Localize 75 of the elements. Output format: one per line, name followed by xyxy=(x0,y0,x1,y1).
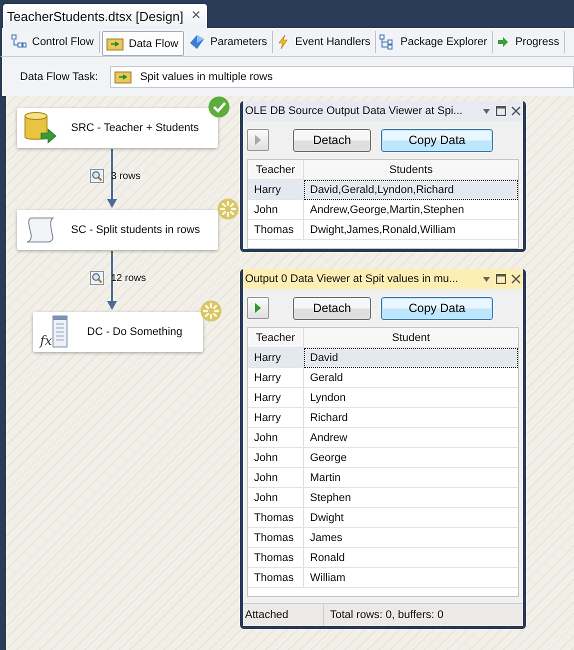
table-cell: Harry xyxy=(248,368,304,388)
close-icon[interactable] xyxy=(511,106,521,116)
table-cell: Harry xyxy=(248,408,304,428)
close-icon[interactable] xyxy=(511,274,521,284)
column-header[interactable]: Teacher xyxy=(248,160,304,180)
table-cell: Harry xyxy=(248,180,304,200)
component-node[interactable]: SRC - Teacher + Students xyxy=(17,108,218,148)
dropdown-icon[interactable] xyxy=(482,274,491,284)
play-icon xyxy=(254,134,262,146)
table-cell: Stephen xyxy=(304,488,518,508)
task-dropdown[interactable]: Spit values in multiple rows xyxy=(110,66,574,88)
table-cell: Thomas xyxy=(248,508,304,528)
table-cell: John xyxy=(248,468,304,488)
column-header[interactable]: Students xyxy=(304,160,518,180)
component-node[interactable]: fx DC - Do Something xyxy=(33,312,203,352)
table-cell: John xyxy=(248,448,304,468)
designer-tab[interactable]: Package Explorer xyxy=(376,31,494,53)
magnifier-icon[interactable] xyxy=(90,169,104,183)
table-cell: Harry xyxy=(248,348,304,368)
table-cell: John xyxy=(248,488,304,508)
table-cell: Martin xyxy=(304,468,518,488)
detach-button[interactable]: Detach xyxy=(293,296,371,320)
arrow-icon xyxy=(496,35,510,49)
magnifier-icon[interactable] xyxy=(90,271,104,285)
table-cell: Thomas xyxy=(248,548,304,568)
task-label: Data Flow Task: xyxy=(20,70,98,82)
cube-icon xyxy=(189,34,206,50)
path-arrow[interactable] xyxy=(106,149,118,208)
table-cell: Thomas xyxy=(248,568,304,588)
table-cell: Gerald xyxy=(304,368,518,388)
viewer-title: OLE DB Source Output Data Viewer at Spi... xyxy=(245,105,464,117)
play-button[interactable] xyxy=(247,129,269,151)
maximize-icon[interactable] xyxy=(496,106,506,116)
play-button[interactable] xyxy=(247,297,269,319)
table-cell: Richard xyxy=(304,408,518,428)
table-cell: Dwight,James,Ronald,William xyxy=(304,220,518,240)
column-header[interactable]: Student xyxy=(304,328,518,348)
dropdown-icon[interactable] xyxy=(482,106,491,116)
table-cell: David xyxy=(304,348,518,368)
table-cell: Andrew,George,Martin,Stephen xyxy=(304,200,518,220)
tree-icon xyxy=(379,34,396,50)
document-tab[interactable]: TeacherStudents.dtsx [Design] × xyxy=(3,4,207,28)
table-cell: James xyxy=(304,528,518,548)
status-text: Attached xyxy=(243,604,324,626)
status-text: Total rows: 0, buffers: 0 xyxy=(329,608,444,623)
table-cell: John xyxy=(248,428,304,448)
table-cell: Harry xyxy=(248,388,304,408)
table-cell: William xyxy=(304,568,518,588)
designer-tab[interactable]: Progress xyxy=(493,31,566,53)
table-cell: Andrew xyxy=(304,428,518,448)
copy-data-button[interactable]: Copy Data xyxy=(381,296,493,320)
table-cell: Thomas xyxy=(248,528,304,548)
flow-icon xyxy=(11,34,27,50)
play-icon xyxy=(254,302,262,314)
close-button[interactable]: × xyxy=(191,7,201,25)
table-cell: Lyndon xyxy=(304,388,518,408)
table-cell: John xyxy=(248,200,304,220)
copy-data-button[interactable]: Copy Data xyxy=(381,128,493,152)
maximize-icon[interactable] xyxy=(496,274,506,284)
table-cell: Ronald xyxy=(304,548,518,568)
designer-tab[interactable]: Data Flow xyxy=(102,31,184,56)
table-cell: David,Gerald,Lyndon,Richard xyxy=(304,180,518,200)
document-title: TeacherStudents.dtsx [Design] xyxy=(7,8,184,24)
table-cell: Dwight xyxy=(304,508,518,528)
component-node[interactable]: SC - Split students in rows xyxy=(17,210,218,250)
lightning-icon xyxy=(276,34,290,50)
designer-tab[interactable]: Parameters xyxy=(186,31,274,53)
detach-button[interactable]: Detach xyxy=(293,128,371,152)
viewer-title: Output 0 Data Viewer at Spit values in mu... xyxy=(245,273,460,285)
table-cell: Thomas xyxy=(248,220,304,240)
designer-tab[interactable]: Control Flow xyxy=(8,31,100,53)
database-icon xyxy=(23,111,57,145)
column-header[interactable]: Teacher xyxy=(248,328,304,348)
designer-tab[interactable]: Event Handlers xyxy=(273,31,376,53)
table-cell: George xyxy=(304,448,518,468)
